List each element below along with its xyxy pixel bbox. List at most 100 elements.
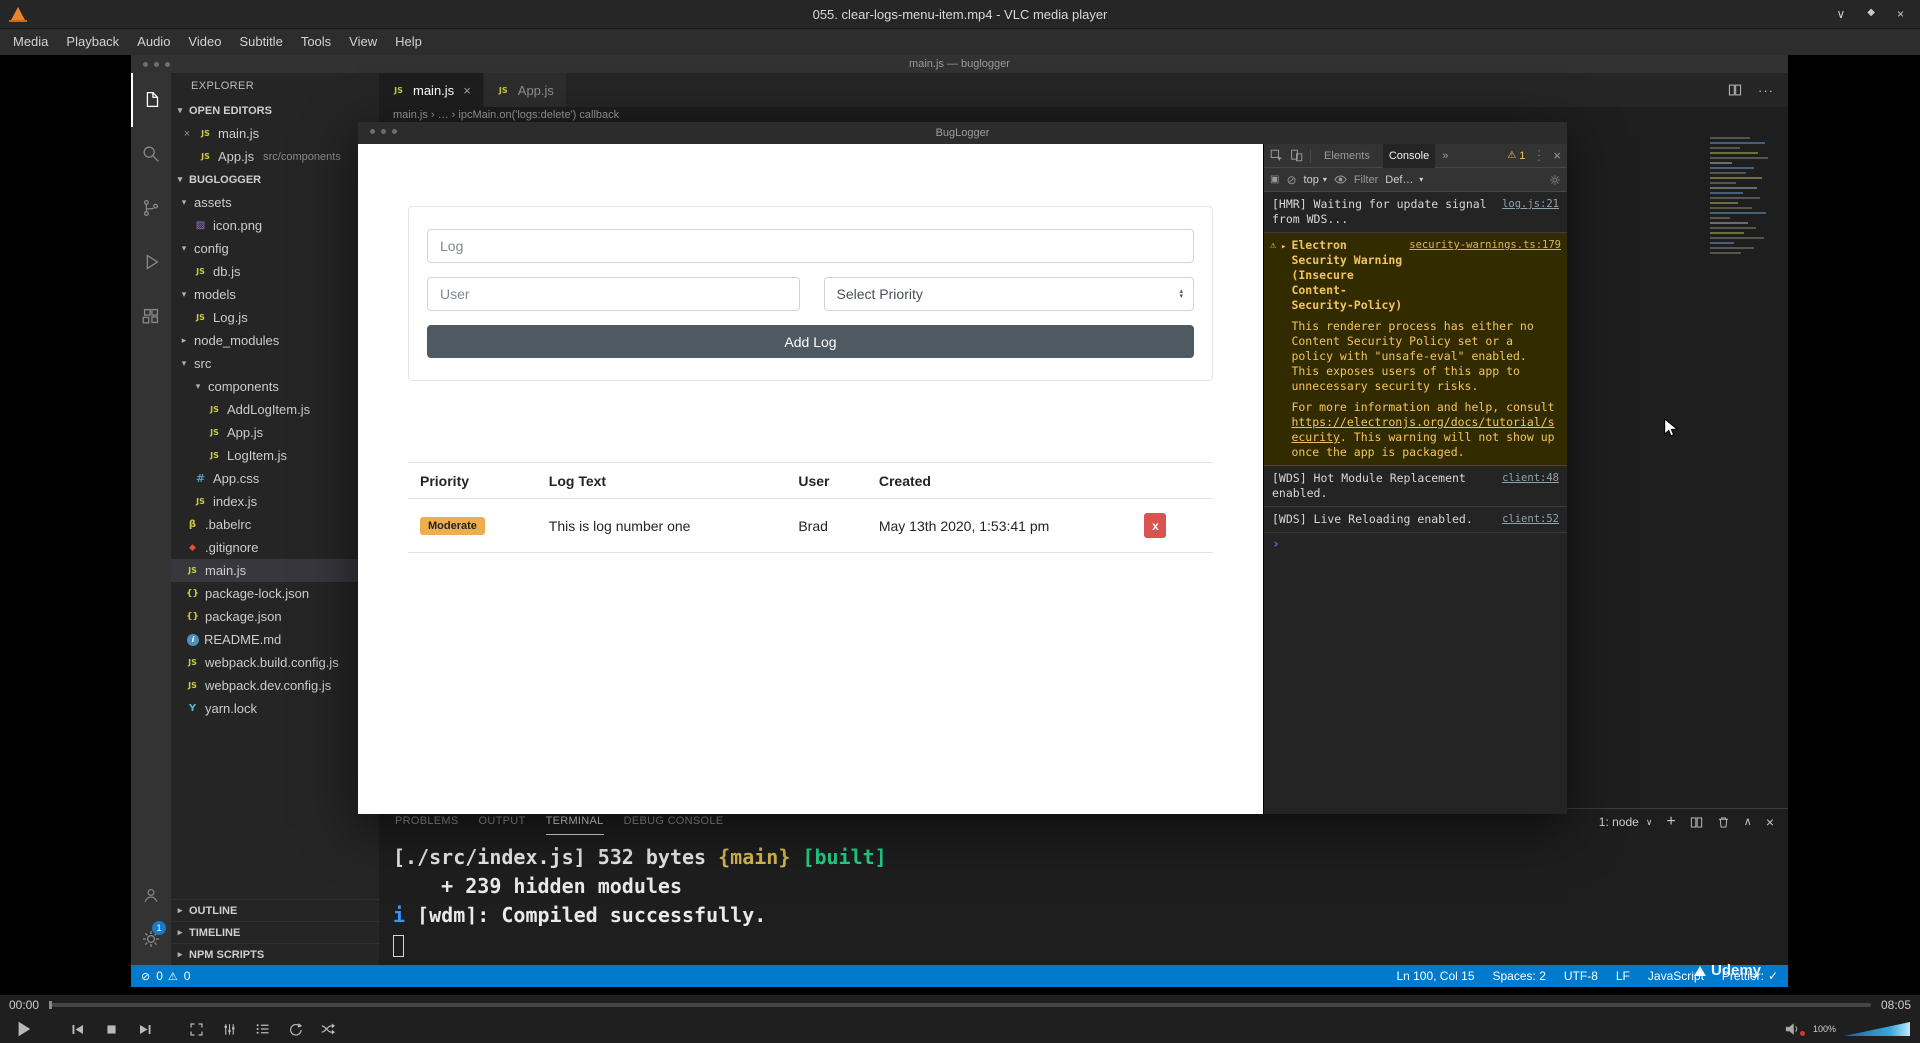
add-log-button[interactable]: Add Log xyxy=(427,325,1194,358)
eye-icon[interactable] xyxy=(1334,174,1347,185)
tree-folder[interactable]: ▾ models xyxy=(171,283,379,306)
menu-subtitle[interactable]: Subtitle xyxy=(230,29,291,55)
indentation[interactable]: Spaces: 2 xyxy=(1493,969,1546,983)
tree-folder[interactable]: ▾ assets xyxy=(171,191,379,214)
loop-button[interactable] xyxy=(283,1017,307,1041)
split-terminal-icon[interactable] xyxy=(1690,816,1703,829)
tree-item[interactable]: {} package.json xyxy=(171,605,379,628)
npm-scripts-section[interactable]: ▸ NPM SCRIPTS xyxy=(171,943,379,965)
explorer-icon[interactable] xyxy=(131,73,171,127)
source-link[interactable]: client:48 xyxy=(1502,471,1559,501)
priority-select[interactable]: Select Priority ▴ ▾ xyxy=(823,277,1194,311)
tree-folder[interactable]: ▾ src xyxy=(171,352,379,375)
menu-tools[interactable]: Tools xyxy=(292,29,340,55)
tree-folder[interactable]: ▾ components xyxy=(171,375,379,398)
tree-item[interactable]: # App.css xyxy=(171,467,379,490)
tree-folder[interactable]: ▾ config xyxy=(171,237,379,260)
close-panel-icon[interactable]: × xyxy=(1766,815,1774,829)
close-icon[interactable]: × xyxy=(181,128,193,140)
filter-input[interactable]: Filter xyxy=(1354,174,1378,186)
tree-item[interactable]: JS App.js xyxy=(171,421,379,444)
console-log[interactable]: [HMR] Waiting for update signal from WDS… xyxy=(1264,192,1567,814)
tab-console[interactable]: Console xyxy=(1382,143,1436,168)
log-levels-selector[interactable]: Default levels ▾ xyxy=(1385,174,1423,186)
tab-elements[interactable]: Elements xyxy=(1318,144,1376,168)
tree-item[interactable]: JS webpack.dev.config.js xyxy=(171,674,379,697)
tree-item[interactable]: Yyarn.lock xyxy=(171,697,379,720)
video-canvas[interactable]: main.js — buglogger 1 EXPLORER ▾ OPEN ED… xyxy=(0,55,1920,995)
tree-item[interactable]: JS Log.js xyxy=(171,306,379,329)
errors-icon[interactable]: ⊘ xyxy=(141,970,150,983)
close-icon[interactable]: × xyxy=(463,83,471,98)
source-control-icon[interactable] xyxy=(131,181,171,235)
tree-item[interactable]: {} package-lock.json xyxy=(171,582,379,605)
menu-playback[interactable]: Playback xyxy=(57,29,128,55)
shell-selector[interactable]: 1: node ∨ xyxy=(1599,815,1653,829)
tree-item[interactable]: JS LogItem.js xyxy=(171,444,379,467)
eol[interactable]: LF xyxy=(1616,969,1630,983)
error-count[interactable]: 0 xyxy=(156,969,163,983)
window-control-dots[interactable] xyxy=(370,129,397,134)
clear-console-icon[interactable]: ⊘ xyxy=(1286,173,1296,187)
stop-button[interactable] xyxy=(99,1017,123,1041)
tab-app-js[interactable]: JS App.js xyxy=(483,73,567,107)
speaker-icon[interactable] xyxy=(1784,1022,1800,1036)
outline-section[interactable]: ▸ OUTLINE xyxy=(171,899,379,921)
maximize-panel-icon[interactable]: ∧ xyxy=(1744,815,1752,829)
tree-item[interactable]: JS index.js xyxy=(171,490,379,513)
delete-log-button[interactable]: x xyxy=(1144,513,1167,538)
source-link[interactable]: log.js:21 xyxy=(1502,197,1559,227)
split-editor-icon[interactable] xyxy=(1728,83,1742,97)
new-terminal-icon[interactable]: + xyxy=(1666,814,1675,830)
play-button[interactable] xyxy=(10,1017,38,1041)
warning-count[interactable]: 0 xyxy=(184,969,191,983)
warnings-icon[interactable]: ⚠ xyxy=(168,970,178,983)
user-input[interactable] xyxy=(427,277,800,311)
log-input[interactable] xyxy=(427,229,1194,263)
minimize-button[interactable]: ∨ xyxy=(1836,7,1845,21)
extensions-icon[interactable] xyxy=(131,289,171,343)
seek-handle[interactable] xyxy=(49,1001,53,1009)
tree-folder[interactable]: ▸ node_modules xyxy=(171,329,379,352)
window-control-dots[interactable] xyxy=(143,62,170,67)
inspect-element-icon[interactable] xyxy=(1270,149,1283,162)
open-editor-item[interactable]: × JS main.js xyxy=(171,122,379,145)
search-icon[interactable] xyxy=(131,127,171,181)
devtools-close-icon[interactable]: × xyxy=(1553,148,1561,163)
console-settings-gear-icon[interactable] xyxy=(1549,174,1561,186)
context-selector[interactable]: top ▾ xyxy=(1304,174,1327,186)
tree-item[interactable]: JS AddLogItem.js xyxy=(171,398,379,421)
tree-item[interactable]: JS webpack.build.config.js xyxy=(171,651,379,674)
tree-item[interactable]: JS db.js xyxy=(171,260,379,283)
more-actions-icon[interactable]: ··· xyxy=(1758,83,1774,98)
kill-terminal-icon[interactable] xyxy=(1717,816,1730,829)
open-editor-item[interactable]: JS App.js src/components xyxy=(171,145,379,168)
maximize-button[interactable]: ◆ xyxy=(1867,7,1875,21)
issues-warning-badge[interactable]: ⚠ 1 xyxy=(1507,150,1525,162)
run-debug-icon[interactable] xyxy=(131,235,171,289)
menu-audio[interactable]: Audio xyxy=(128,29,179,55)
tree-item[interactable]: ▨ icon.png xyxy=(171,214,379,237)
timeline-section[interactable]: ▸ TIMELINE xyxy=(171,921,379,943)
expand-icon[interactable]: ▸ xyxy=(1281,238,1286,460)
console-sidebar-icon[interactable]: ▣ xyxy=(1270,174,1279,185)
close-button[interactable]: × xyxy=(1897,7,1904,21)
accounts-icon[interactable] xyxy=(131,873,171,917)
extended-settings-button[interactable] xyxy=(217,1017,241,1041)
manage-gear-icon[interactable]: 1 xyxy=(131,917,171,961)
terminal-output[interactable]: [./src/index.js] 532 bytes {main} [built… xyxy=(379,835,1788,959)
devtools-menu-icon[interactable]: ··· xyxy=(1533,149,1545,163)
tree-item-selected[interactable]: JS main.js xyxy=(171,559,379,582)
tree-item[interactable]: i README.md xyxy=(171,628,379,651)
open-editors-section[interactable]: ▾ OPEN EDITORS xyxy=(171,99,379,122)
menu-media[interactable]: Media xyxy=(4,29,57,55)
console-prompt[interactable]: › xyxy=(1264,533,1567,556)
menu-view[interactable]: View xyxy=(340,29,386,55)
source-link[interactable]: client:52 xyxy=(1502,512,1559,527)
more-tabs-icon[interactable]: » xyxy=(1442,150,1448,162)
menu-help[interactable]: Help xyxy=(386,29,431,55)
next-button[interactable] xyxy=(132,1017,156,1041)
previous-button[interactable] xyxy=(66,1017,90,1041)
seek-bar[interactable] xyxy=(49,1001,1871,1009)
project-section[interactable]: ▾ BUGLOGGER xyxy=(171,168,379,191)
